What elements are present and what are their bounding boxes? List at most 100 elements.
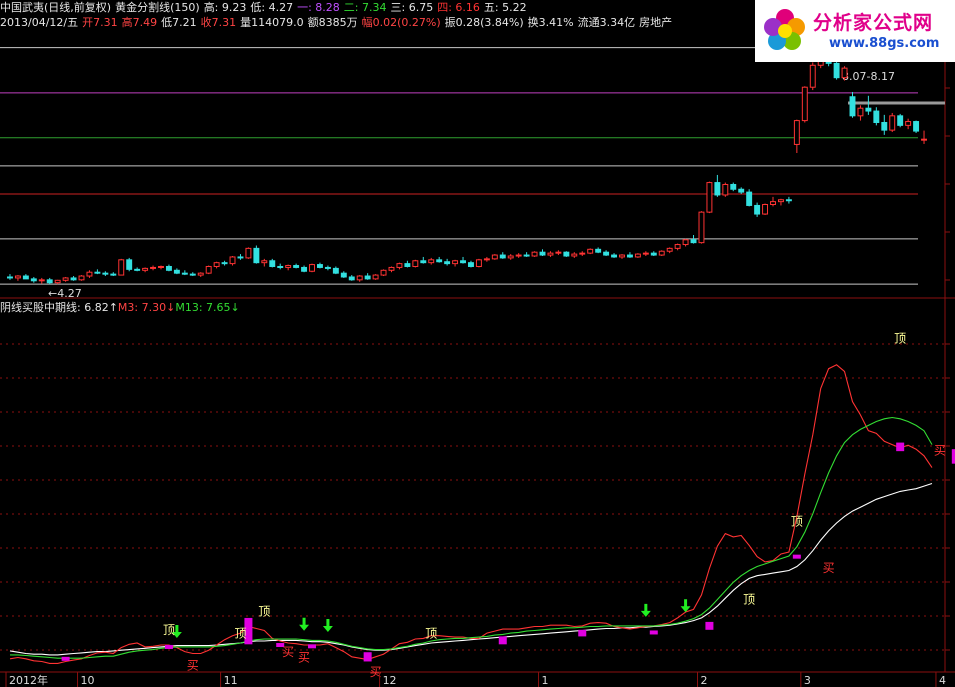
candle-body bbox=[197, 272, 204, 276]
candle-body bbox=[22, 275, 29, 280]
candle-body bbox=[722, 183, 729, 196]
candle-body bbox=[857, 107, 864, 117]
indicator-item: 阴线买股 bbox=[0, 301, 44, 314]
buy-signal-bar bbox=[896, 442, 905, 452]
candle-body bbox=[412, 260, 419, 267]
candle-body bbox=[738, 188, 745, 193]
site-logo[interactable]: 分析家公式网 www.88gs.com bbox=[755, 0, 955, 62]
candle-body bbox=[181, 272, 188, 275]
candle-body bbox=[7, 276, 13, 279]
header-item: 额8385万 bbox=[307, 16, 358, 29]
candle-body bbox=[634, 253, 641, 258]
candle-body bbox=[777, 199, 784, 203]
candle-body bbox=[261, 260, 268, 264]
down-arrow-icon bbox=[299, 617, 310, 631]
candle-body bbox=[189, 273, 196, 276]
indicator-header: 阴线买股中期线: 6.82↑M3: 7.30↓M13: 7.65↓ bbox=[0, 301, 240, 315]
buy-signal-label: 买 bbox=[187, 658, 199, 672]
candle-body bbox=[770, 201, 776, 206]
header-item: 三: 6.75 bbox=[390, 1, 434, 14]
candle-body bbox=[118, 259, 125, 276]
candle-body bbox=[285, 265, 292, 268]
candle-body bbox=[873, 110, 880, 123]
indicator-item: M13: 7.65↓ bbox=[175, 301, 240, 314]
buy-signal-bar bbox=[61, 656, 70, 661]
buy-signal-bar bbox=[705, 621, 714, 630]
header-item: 房地产 bbox=[639, 16, 673, 29]
series-line-m13 bbox=[10, 416, 933, 659]
x-axis-label: 3 bbox=[804, 674, 811, 687]
candle-body bbox=[229, 256, 236, 265]
candle-body bbox=[269, 260, 276, 267]
top-signal-label: 顶 bbox=[743, 592, 755, 606]
header-item: 收7.31 bbox=[200, 16, 237, 29]
x-axis-label: 11 bbox=[224, 674, 238, 687]
top-signal-label: 顶 bbox=[791, 515, 803, 529]
header-item: 高7.49 bbox=[121, 16, 158, 29]
candle-body bbox=[293, 265, 300, 268]
buy-signal-bar bbox=[363, 652, 372, 662]
candle-body bbox=[86, 271, 93, 277]
candle-body bbox=[388, 266, 395, 271]
candle-body bbox=[547, 252, 554, 256]
candle-body bbox=[70, 277, 77, 281]
candle-body bbox=[650, 252, 657, 256]
candle-body bbox=[833, 62, 840, 79]
price-header-line1: 中国武夷(日线,前复权) 黄金分割线(150) 高: 9.23 低: 4.27 一: 8… bbox=[0, 1, 531, 15]
x-axis-label: 1 bbox=[542, 674, 549, 687]
candle-body bbox=[205, 265, 212, 274]
candle-body bbox=[396, 263, 403, 268]
candle-body bbox=[801, 86, 808, 122]
candle-body bbox=[682, 239, 689, 246]
top-signal-label: 顶 bbox=[163, 623, 175, 637]
candle-body bbox=[849, 96, 856, 117]
candle-body bbox=[619, 254, 625, 258]
header-item: 低: 4.27 bbox=[250, 1, 294, 14]
buy-signal-label: 买 bbox=[282, 645, 294, 659]
low-label: ←4.27 bbox=[48, 287, 82, 300]
candle-body bbox=[881, 121, 888, 131]
candle-body bbox=[142, 267, 149, 271]
candle-body bbox=[332, 267, 339, 274]
candle-body bbox=[38, 279, 45, 282]
candle-body bbox=[348, 276, 355, 281]
candle-body bbox=[78, 275, 85, 281]
top-signal-label: 顶 bbox=[894, 331, 906, 345]
candle-body bbox=[404, 263, 411, 267]
candle-body bbox=[754, 204, 761, 215]
buy-signal-label: 买 bbox=[298, 650, 310, 664]
candle-body bbox=[666, 247, 673, 252]
header-item: 振0.28(3.84%) bbox=[444, 16, 524, 29]
buy-signal-bar bbox=[649, 630, 658, 635]
logo-name: 分析家公式网 bbox=[813, 12, 934, 34]
buy-signal-bar bbox=[308, 644, 317, 649]
candle-body bbox=[134, 268, 141, 271]
candle-body bbox=[642, 252, 649, 255]
candle-body bbox=[905, 121, 912, 126]
candle-body bbox=[150, 266, 157, 269]
x-axis-label: 2 bbox=[701, 674, 708, 687]
candle-body bbox=[555, 251, 562, 254]
candle-body bbox=[865, 107, 872, 112]
candle-body bbox=[523, 254, 530, 257]
price-header-line2: 2013/04/12/五 开7.31 高7.49 低7.21 收7.31 量114079.… bbox=[0, 16, 676, 30]
candle-body bbox=[364, 275, 371, 280]
candle-body bbox=[340, 272, 347, 278]
header-item: 五: 5.22 bbox=[483, 1, 527, 14]
candle-body bbox=[420, 260, 427, 264]
candle-body bbox=[46, 279, 53, 284]
candle-body bbox=[539, 251, 546, 256]
buy-signal-bar bbox=[792, 554, 801, 559]
candle-body bbox=[54, 279, 61, 284]
candle-body bbox=[245, 247, 252, 259]
buy-signal-bar bbox=[164, 644, 173, 649]
flower-logo-icon bbox=[764, 9, 805, 50]
candle-body bbox=[324, 266, 331, 269]
candle-body bbox=[213, 262, 220, 267]
candle-body bbox=[674, 244, 681, 249]
candle-body bbox=[483, 258, 490, 261]
candle-body bbox=[372, 274, 379, 280]
candle-body bbox=[690, 239, 697, 244]
candle-body bbox=[491, 254, 498, 260]
header-item: 低7.21 bbox=[161, 16, 197, 29]
